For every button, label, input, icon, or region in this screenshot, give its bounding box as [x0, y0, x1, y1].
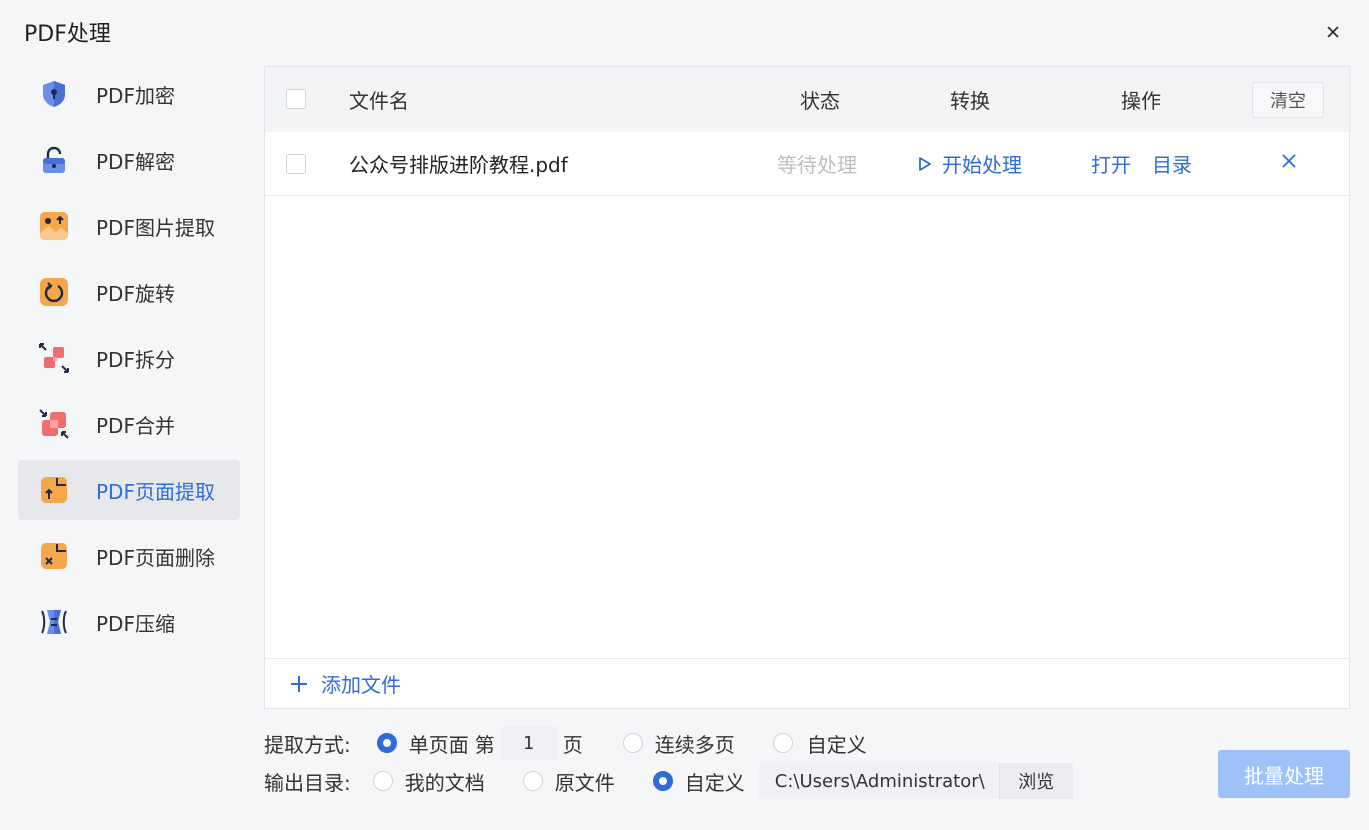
column-actions: 操作: [1121, 89, 1161, 113]
file-name: 公众号排版进阶教程.pdf: [349, 153, 568, 177]
sidebar-item-label: PDF加密: [96, 83, 175, 108]
sidebar-item-split[interactable]: PDF拆分: [18, 328, 240, 388]
select-all-checkbox[interactable]: [286, 89, 306, 109]
status-text: 等待处理: [777, 153, 857, 177]
open-directory-link[interactable]: 目录: [1152, 149, 1192, 178]
rotate-icon: [38, 276, 70, 308]
page-prefix: 第: [474, 732, 495, 757]
sidebar: PDF加密 PDF解密 PDF图片提取 PDF旋转 PDF拆分 PDF合并 PD…: [18, 64, 240, 658]
page-number-input[interactable]: 1: [500, 726, 557, 760]
sidebar-item-label: PDF合并: [96, 413, 175, 438]
sidebar-item-compress[interactable]: PDF压缩: [18, 592, 240, 652]
sidebar-item-label: PDF旋转: [96, 281, 175, 306]
row-checkbox[interactable]: [286, 154, 306, 174]
radio-original[interactable]: [522, 771, 543, 791]
merge-icon: [38, 408, 70, 440]
close-icon: [1282, 154, 1296, 168]
output-dir-label: 输出目录:: [264, 770, 351, 795]
add-file-label: 添加文件: [321, 673, 401, 697]
close-button[interactable]: [1319, 18, 1347, 46]
remove-row-button[interactable]: [1278, 150, 1300, 172]
sidebar-item-rotate[interactable]: PDF旋转: [18, 262, 240, 322]
browse-button[interactable]: 浏览: [998, 763, 1073, 799]
original-label: 原文件: [554, 770, 615, 795]
shield-lock-icon: [38, 78, 70, 110]
output-path-field[interactable]: C:\Users\Administrator\: [758, 763, 999, 799]
play-icon: [919, 156, 931, 171]
radio-multi-page[interactable]: [622, 733, 643, 753]
sidebar-item-page-extract[interactable]: PDF页面提取: [18, 460, 240, 520]
sidebar-item-merge[interactable]: PDF合并: [18, 394, 240, 454]
column-convert: 转换: [950, 89, 990, 113]
add-file-button[interactable]: 添加文件: [265, 658, 1349, 708]
padlock-icon: [38, 144, 70, 176]
sidebar-item-label: PDF压缩: [96, 611, 175, 636]
extract-mode-row: 提取方式: 单页面 第 1 页 连续多页 自定义: [264, 726, 867, 760]
open-file-link[interactable]: 打开: [1091, 149, 1131, 178]
column-filename: 文件名: [349, 89, 409, 113]
split-icon: [38, 342, 70, 374]
radio-single-page[interactable]: [376, 733, 397, 753]
custom-extract-label: 自定义: [806, 732, 867, 757]
table-row: 公众号排版进阶教程.pdf 等待处理 开始处理 打开 目录: [265, 132, 1349, 196]
page-delete-icon: [38, 540, 70, 572]
sidebar-item-label: PDF解密: [96, 149, 175, 174]
sidebar-item-label: PDF图片提取: [96, 215, 215, 240]
compress-icon: [38, 606, 70, 638]
page-extract-icon: [38, 474, 70, 506]
column-status: 状态: [800, 89, 840, 113]
sidebar-item-decrypt[interactable]: PDF解密: [18, 130, 240, 190]
start-process-button[interactable]: 开始处理: [918, 149, 1022, 178]
output-dir-row: 输出目录: 我的文档 原文件 自定义 C:\Users\Administrato…: [264, 762, 1073, 800]
window-title: PDF处理: [24, 22, 111, 47]
sidebar-item-page-delete[interactable]: PDF页面删除: [18, 526, 240, 586]
extract-mode-label: 提取方式:: [264, 732, 351, 757]
clear-button[interactable]: 清空: [1252, 82, 1324, 118]
radio-my-docs[interactable]: [372, 771, 393, 791]
sidebar-item-label: PDF页面提取: [96, 479, 215, 504]
my-docs-label: 我的文档: [404, 770, 485, 795]
radio-custom-output[interactable]: [652, 771, 673, 791]
sidebar-item-label: PDF页面删除: [96, 545, 215, 570]
file-list-panel: 文件名 状态 转换 操作 清空 公众号排版进阶教程.pdf 等待处理 开始处理 …: [264, 66, 1350, 709]
sidebar-item-label: PDF拆分: [96, 347, 175, 372]
multi-page-label: 连续多页: [654, 732, 735, 757]
start-process-label: 开始处理: [942, 153, 1022, 177]
sidebar-item-image-extract[interactable]: PDF图片提取: [18, 196, 240, 256]
sidebar-item-encrypt[interactable]: PDF加密: [18, 64, 240, 124]
radio-custom-extract[interactable]: [772, 733, 793, 753]
image-extract-icon: [38, 210, 70, 242]
plus-icon: [291, 675, 307, 692]
table-header: 文件名 状态 转换 操作 清空: [265, 67, 1349, 132]
single-page-label: 单页面: [408, 732, 469, 757]
batch-process-button[interactable]: 批量处理: [1218, 750, 1350, 798]
page-suffix: 页: [562, 732, 583, 757]
close-icon: [1327, 26, 1339, 38]
custom-output-label: 自定义: [684, 770, 745, 795]
